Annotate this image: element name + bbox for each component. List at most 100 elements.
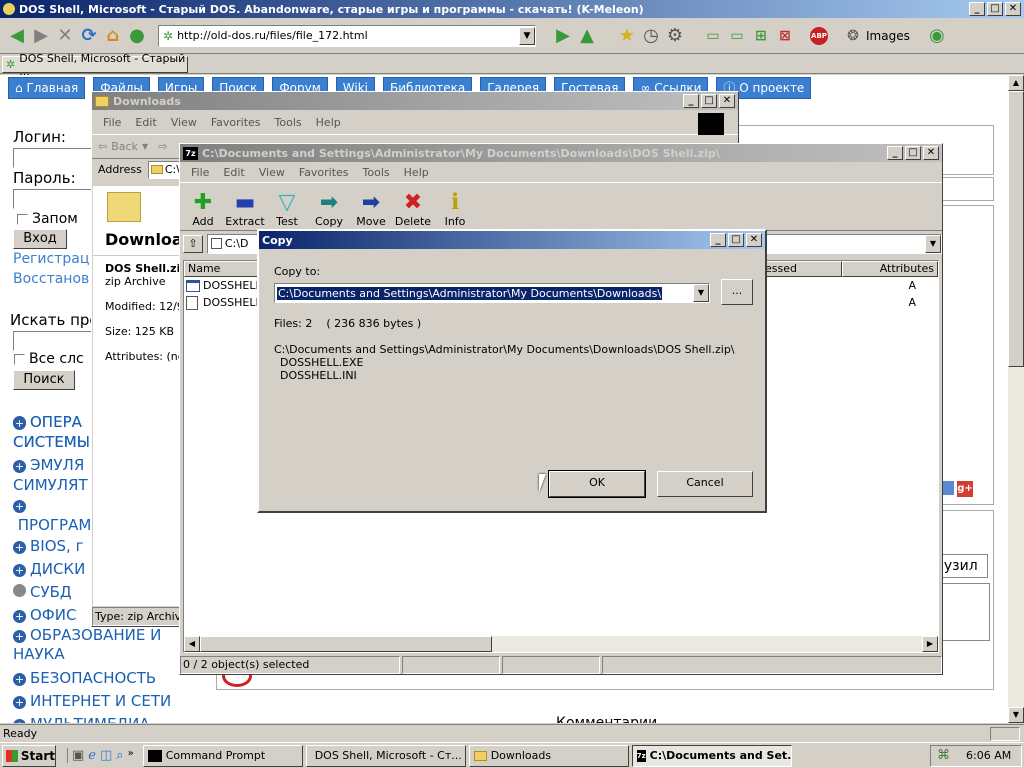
browse-button[interactable]: ... xyxy=(721,279,753,305)
scroll-left-icon[interactable]: ◀ xyxy=(184,636,200,652)
remember-checkbox[interactable] xyxy=(17,213,28,225)
browser-titlebar[interactable]: DOS Shell, Microsoft - Старый DOS. Aband… xyxy=(0,0,1024,18)
reload-icon[interactable]: ⟳ xyxy=(78,25,100,47)
close-tab-icon[interactable]: ⊠ xyxy=(774,25,796,47)
network-icon[interactable]: ⌘ xyxy=(937,748,950,763)
destination-value[interactable]: C:\Documents and Settings\Administrator\… xyxy=(277,286,663,300)
close-icon[interactable]: ✕ xyxy=(923,146,939,160)
explorer-titlebar[interactable]: Downloads _ □ ✕ xyxy=(92,92,738,110)
move-button[interactable]: ➡ Move xyxy=(350,191,392,229)
category-disks[interactable]: + ДИСКИ xyxy=(13,558,93,581)
settings-gear-icon[interactable]: ⚙ xyxy=(664,25,686,47)
restore-link[interactable]: Восстанов xyxy=(13,271,89,287)
google-plus-icon[interactable]: g+ xyxy=(957,481,973,497)
menu-help[interactable]: Help xyxy=(309,116,348,129)
menu-tools[interactable]: Tools xyxy=(356,166,397,179)
maximize-icon[interactable]: □ xyxy=(905,146,921,160)
minimize-icon[interactable]: _ xyxy=(683,94,699,108)
menu-file[interactable]: File xyxy=(96,116,128,129)
info-button[interactable]: ℹ Info xyxy=(434,191,476,229)
page-scrollbar[interactable]: ▲ ▼ xyxy=(1008,75,1024,723)
delete-button[interactable]: ✖ Delete xyxy=(392,191,434,229)
images-label[interactable]: Images xyxy=(866,29,910,43)
menu-help[interactable]: Help xyxy=(397,166,436,179)
site-search-input[interactable] xyxy=(13,331,93,351)
back-dropdown-icon[interactable]: ▼ xyxy=(142,142,148,151)
up-icon[interactable]: ▲ xyxy=(576,25,598,47)
extract-button[interactable]: ▬ Extract xyxy=(224,191,266,229)
password-input[interactable] xyxy=(13,189,93,209)
ok-button[interactable]: OK xyxy=(548,470,646,498)
images-toggle-icon[interactable]: ❂ xyxy=(842,25,864,47)
task-sevenzip[interactable]: 7z C:\Documents and Set... xyxy=(631,744,792,767)
destination-combobox[interactable]: C:\Documents and Settings\Administrator\… xyxy=(274,283,710,303)
folder-up-icon[interactable]: ⇧ xyxy=(183,234,203,253)
window-icon[interactable]: ▭ xyxy=(702,25,724,47)
menu-file[interactable]: File xyxy=(184,166,216,179)
go-arrow-icon[interactable]: ▶ xyxy=(552,25,574,47)
category-bios[interactable]: + BIOS, г xyxy=(13,535,93,558)
window2-icon[interactable]: ▭ xyxy=(726,25,748,47)
all-words-checkbox[interactable] xyxy=(14,353,25,365)
history-icon[interactable]: ◷ xyxy=(640,25,662,47)
category-emul[interactable]: + ЭМУЛЯ СИМУЛЯТ xyxy=(13,455,93,495)
file-list-hscrollbar[interactable]: ◀ ▶ xyxy=(184,636,938,652)
hscroll-thumb[interactable] xyxy=(200,636,492,652)
sevenzip-titlebar[interactable]: 7z C:\Documents and Settings\Administrat… xyxy=(180,144,942,162)
scroll-down-icon[interactable]: ▼ xyxy=(1008,707,1024,723)
menu-favorites[interactable]: Favorites xyxy=(292,166,356,179)
url-bar[interactable]: ✲ http://old-dos.ru/files/file_172.html … xyxy=(158,24,536,47)
back-icon[interactable]: ◀ xyxy=(6,25,28,47)
copy-button[interactable]: ➡ Copy xyxy=(308,191,350,229)
minimize-icon[interactable]: _ xyxy=(710,233,726,247)
menu-view[interactable]: View xyxy=(164,116,204,129)
new-tab-icon[interactable]: ⊞ xyxy=(750,25,772,47)
back-label[interactable]: Back xyxy=(111,140,138,153)
add-button[interactable]: ✚ Add xyxy=(182,191,224,229)
back-arrow-icon[interactable]: ⇦ xyxy=(98,140,107,153)
bookmark-star-icon[interactable]: ★ xyxy=(616,25,638,47)
site-search-button[interactable]: Поиск xyxy=(13,370,75,390)
menu-edit[interactable]: Edit xyxy=(128,116,163,129)
menu-edit[interactable]: Edit xyxy=(216,166,251,179)
ie-icon[interactable]: ℯ xyxy=(88,748,96,763)
minimize-icon[interactable]: _ xyxy=(969,2,985,16)
url-text[interactable]: http://old-dos.ru/files/file_172.html xyxy=(177,29,368,42)
close-icon[interactable]: ✕ xyxy=(719,94,735,108)
extra-icon[interactable]: ◉ xyxy=(926,25,948,47)
search-icon[interactable]: ⌕ xyxy=(116,748,123,763)
category-multimedia[interactable]: +МУЛЬТИМЕДИА xyxy=(13,713,213,723)
task-downloads[interactable]: Downloads xyxy=(468,744,629,767)
more-icon[interactable]: » xyxy=(128,748,134,763)
scroll-right-icon[interactable]: ▶ xyxy=(922,636,938,652)
task-browser[interactable]: DOS Shell, Microsoft - Ст... xyxy=(305,744,466,767)
test-button[interactable]: ▽ Test xyxy=(266,191,308,229)
category-office[interactable]: + ОФИС xyxy=(13,604,93,627)
copy-dialog-titlebar[interactable]: Copy _ □ ✕ xyxy=(259,231,765,249)
close-icon[interactable]: ✕ xyxy=(1005,2,1021,16)
scroll-thumb[interactable] xyxy=(1008,91,1024,367)
login-input[interactable] xyxy=(13,148,93,168)
home-icon[interactable]: ⌂ xyxy=(102,25,124,47)
category-os[interactable]: + ОПЕРА СИСТЕМЫ xyxy=(13,412,93,452)
explorer-icon[interactable]: ◫ xyxy=(100,748,112,763)
category-internet[interactable]: + ИНТЕРНЕТ И СЕТИ xyxy=(13,690,213,713)
menu-tools[interactable]: Tools xyxy=(268,116,309,129)
destination-dropdown-icon[interactable]: ▼ xyxy=(693,284,709,302)
url-dropdown-icon[interactable]: ▼ xyxy=(519,26,535,45)
menu-favorites[interactable]: Favorites xyxy=(204,116,268,129)
tab-label[interactable]: DOS Shell, Microsoft - Старый ... xyxy=(19,52,187,78)
category-dbms[interactable]: СУБД xyxy=(13,581,93,604)
cancel-button[interactable]: Cancel xyxy=(657,471,753,497)
maximize-icon[interactable]: □ xyxy=(987,2,1003,16)
login-button[interactable]: Вход xyxy=(13,229,67,249)
start-button[interactable]: Start xyxy=(2,744,56,767)
forward-arrow-icon[interactable]: ⇨ xyxy=(158,140,167,153)
adblock-icon[interactable]: ABP xyxy=(808,25,830,47)
register-link[interactable]: Регистрац xyxy=(13,251,89,267)
nav-item-home[interactable]: ⌂ Главная xyxy=(8,77,86,99)
forward-icon[interactable]: ▶ xyxy=(30,25,52,47)
col-attributes[interactable]: Attributes xyxy=(842,261,938,277)
show-desktop-icon[interactable]: ▣ xyxy=(72,748,84,763)
stop-icon[interactable]: ✕ xyxy=(54,25,76,47)
